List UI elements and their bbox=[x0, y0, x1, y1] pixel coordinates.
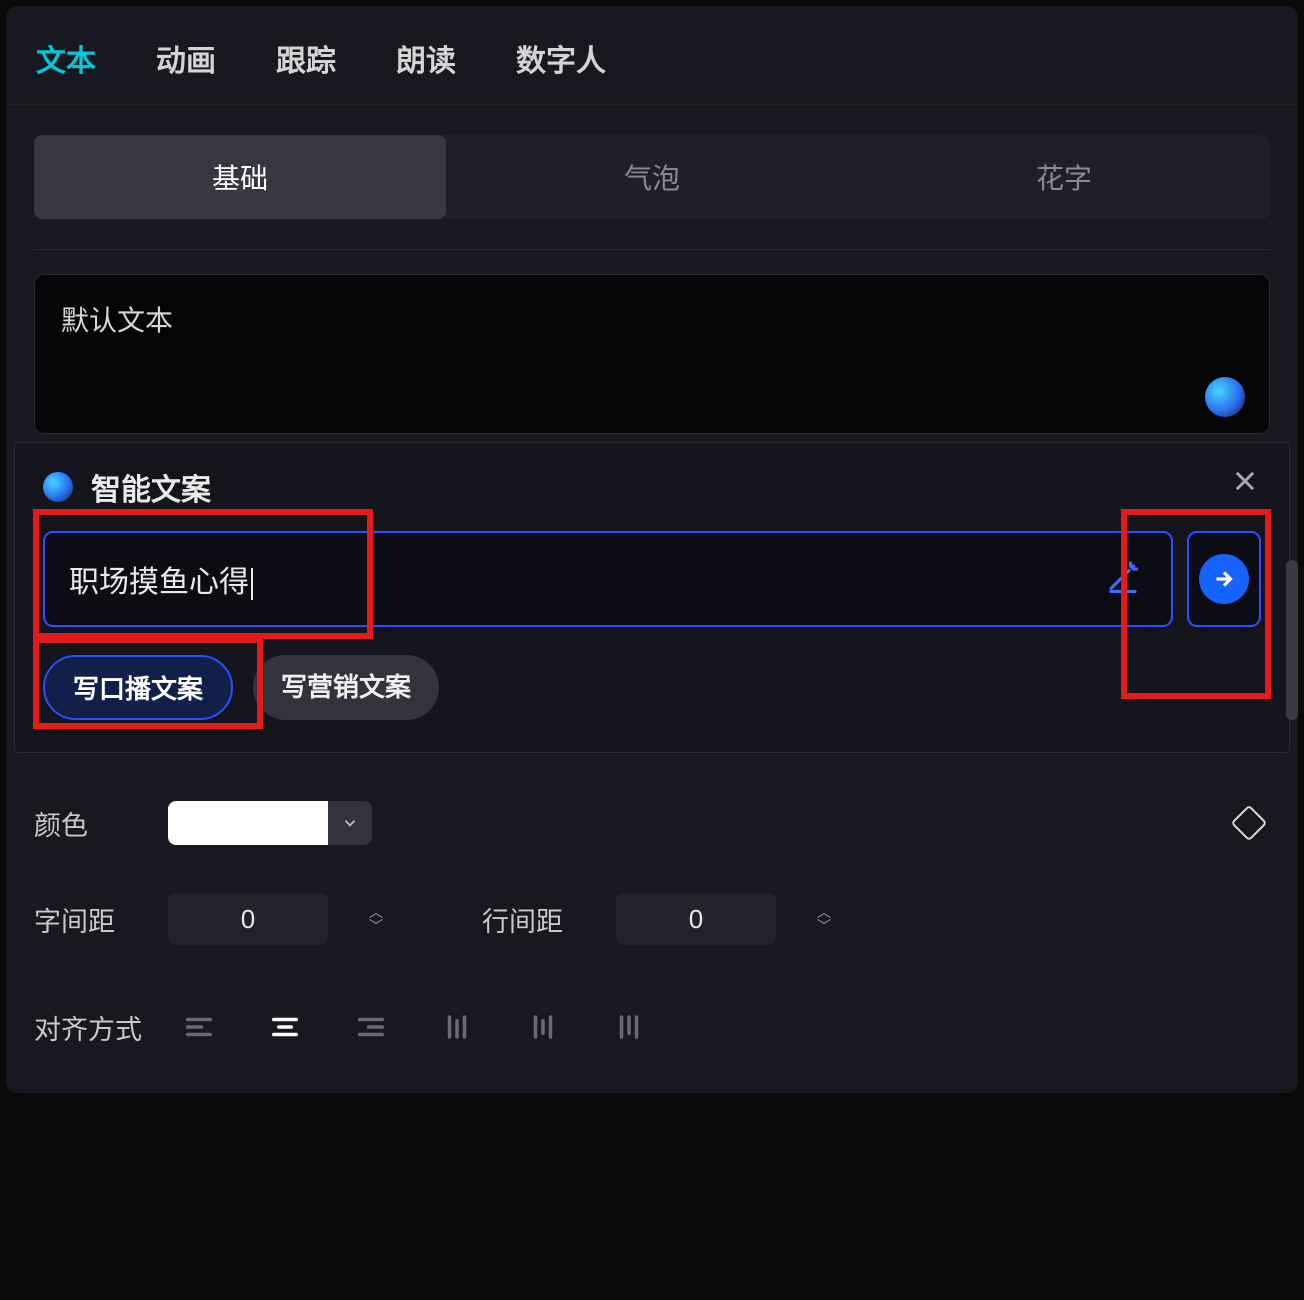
ai-orb-small-icon bbox=[43, 472, 73, 502]
suggestion-chips: 写口播文案 写营销文案 bbox=[43, 655, 1261, 720]
sub-tab-bar: 基础 气泡 花字 bbox=[34, 135, 1270, 219]
color-dropdown[interactable] bbox=[328, 801, 372, 845]
ai-orb-icon[interactable] bbox=[1205, 377, 1245, 417]
chevron-up-icon[interactable]: ︿ bbox=[806, 907, 842, 917]
spacing-row: 字间距 0 ︿ ﹀ 行间距 0 ︿ ﹀ bbox=[6, 893, 1298, 945]
smart-copy-popup: 智能文案 职场摸鱼心得 写口播文案 写营销文案 bbox=[14, 442, 1290, 753]
text-caret bbox=[251, 568, 253, 600]
smart-copy-input-row: 职场摸鱼心得 bbox=[43, 531, 1261, 627]
smart-copy-input[interactable]: 职场摸鱼心得 bbox=[43, 531, 1173, 627]
tab-animation[interactable]: 动画 bbox=[156, 36, 216, 80]
top-tab-bar: 文本 动画 跟踪 朗读 数字人 bbox=[6, 6, 1298, 105]
arrow-right-icon bbox=[1199, 554, 1249, 604]
chevron-down-icon[interactable]: ﹀ bbox=[358, 921, 394, 931]
chevron-down-icon[interactable]: ﹀ bbox=[806, 921, 842, 931]
smart-copy-input-value: 职场摸鱼心得 bbox=[69, 566, 249, 599]
tab-narration[interactable]: 朗读 bbox=[396, 36, 456, 80]
line-spacing-label: 行间距 bbox=[482, 900, 592, 939]
line-spacing-input[interactable]: 0 bbox=[616, 893, 776, 945]
sub-tab-basic[interactable]: 基础 bbox=[34, 135, 446, 219]
sub-tab-fancy[interactable]: 花字 bbox=[858, 135, 1270, 219]
align-vertical-center-icon[interactable] bbox=[512, 1001, 574, 1053]
align-label: 对齐方式 bbox=[34, 1008, 144, 1047]
tab-text[interactable]: 文本 bbox=[36, 36, 96, 80]
color-row: 颜色 bbox=[6, 801, 1298, 845]
align-row: 对齐方式 bbox=[6, 1001, 1298, 1053]
sub-tab-bubble[interactable]: 气泡 bbox=[446, 135, 858, 219]
letter-spacing-input[interactable]: 0 bbox=[168, 893, 328, 945]
tab-digital-human[interactable]: 数字人 bbox=[516, 36, 606, 80]
keyframe-diamond-icon[interactable] bbox=[1231, 805, 1268, 842]
divider bbox=[34, 249, 1270, 250]
color-swatch[interactable] bbox=[168, 801, 328, 845]
chip-broadcast-copy[interactable]: 写口播文案 bbox=[43, 655, 233, 720]
text-content: 默认文本 bbox=[61, 305, 173, 336]
align-center-icon[interactable] bbox=[254, 1001, 316, 1053]
submit-button[interactable] bbox=[1187, 531, 1261, 627]
align-vertical-right-icon[interactable] bbox=[598, 1001, 660, 1053]
align-left-icon[interactable] bbox=[168, 1001, 230, 1053]
scrollbar-thumb[interactable] bbox=[1286, 560, 1298, 720]
chevron-up-icon[interactable]: ︿ bbox=[358, 907, 394, 917]
chip-marketing-copy[interactable]: 写营销文案 bbox=[253, 655, 439, 720]
close-icon[interactable] bbox=[1225, 461, 1265, 501]
text-content-area[interactable]: 默认文本 bbox=[34, 274, 1270, 434]
color-label: 颜色 bbox=[34, 804, 144, 843]
text-panel: 文本 动画 跟踪 朗读 数字人 基础 气泡 花字 默认文本 智能文案 职场摸鱼心… bbox=[6, 6, 1298, 1093]
magic-wand-icon[interactable] bbox=[1105, 559, 1141, 600]
line-spacing-stepper[interactable]: ︿ ﹀ bbox=[806, 893, 842, 945]
letter-spacing-stepper[interactable]: ︿ ﹀ bbox=[358, 893, 394, 945]
letter-spacing-label: 字间距 bbox=[34, 900, 144, 939]
align-vertical-left-icon[interactable] bbox=[426, 1001, 488, 1053]
align-right-icon[interactable] bbox=[340, 1001, 402, 1053]
smart-copy-title: 智能文案 bbox=[91, 465, 211, 509]
tab-tracking[interactable]: 跟踪 bbox=[276, 36, 336, 80]
